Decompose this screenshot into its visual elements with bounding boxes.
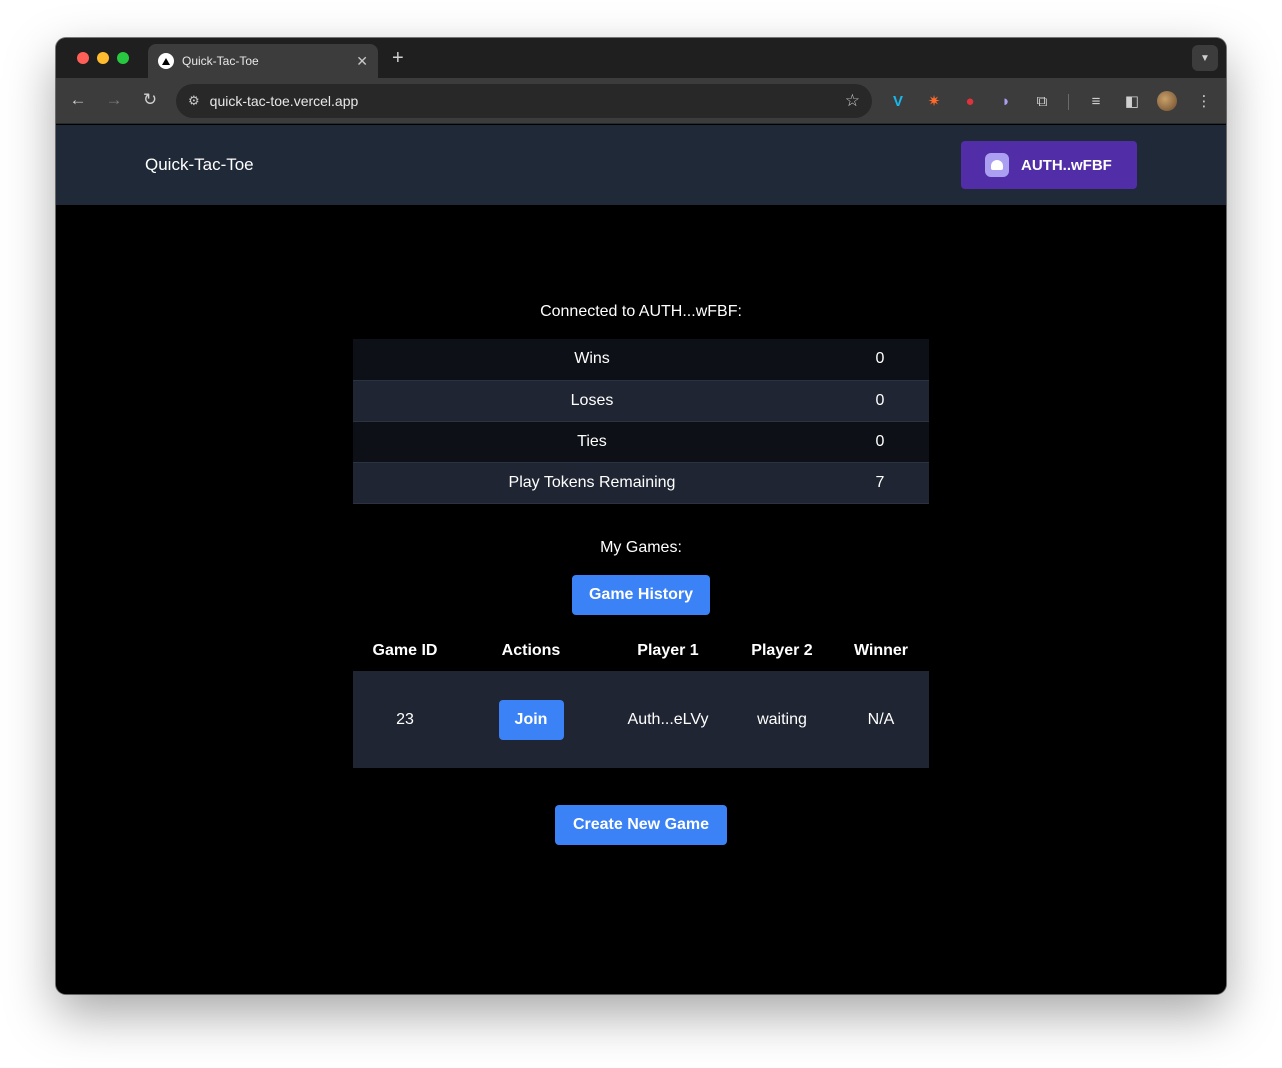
browser-toolbar: ← → ↻ ⚙ quick-tac-toe.vercel.app ☆ V ✷ ●… [56,78,1226,124]
tab-active[interactable]: Quick-Tac-Toe ✕ [148,44,378,78]
wallet-label: AUTH..wFBF [1021,156,1112,174]
tab-title: Quick-Tac-Toe [182,54,259,68]
phantom-wallet-icon [985,153,1009,177]
games-table: Game ID Actions Player 1 Player 2 Winner… [353,631,929,768]
column-header: Game ID [372,642,438,659]
actions-cell: Join [457,671,605,768]
reload-icon[interactable]: ↻ [140,90,160,110]
table-row: Ties 0 [353,421,929,463]
table-row: Loses 0 [353,380,929,422]
bookmark-star-icon[interactable]: ☆ [845,91,860,111]
stat-label: Ties [353,421,831,463]
side-panel-icon[interactable]: ◧ [1122,91,1142,111]
table-row: Wins 0 [353,339,929,381]
close-window-button[interactable] [77,52,89,64]
column-header: Winner [853,642,909,659]
stat-label: Loses [353,380,831,422]
address-bar[interactable]: ⚙ quick-tac-toe.vercel.app ☆ [176,84,872,118]
phantom-extension-icon[interactable]: ◗ [996,91,1016,111]
vimeo-extension-icon[interactable]: V [888,91,908,111]
stat-value: 0 [831,421,929,463]
back-arrow-icon[interactable]: ← [68,90,88,110]
media-control-icon[interactable]: ≡ [1086,91,1106,111]
url-text[interactable]: quick-tac-toe.vercel.app [210,93,845,109]
tab-strip: Quick-Tac-Toe ✕ + ▼ [56,38,1226,78]
maximize-window-button[interactable] [117,52,129,64]
page-content: Quick-Tac-Toe AUTH..wFBF Connected to AU… [56,125,1226,994]
app-title[interactable]: Quick-Tac-Toe [145,155,254,175]
toolbar-divider [1068,94,1069,110]
extensions-puzzle-icon[interactable]: ⧉ [1032,91,1052,111]
site-settings-icon[interactable]: ⚙ [188,93,200,109]
player1-cell: Auth...eLVy [605,671,731,768]
lock-extension-icon[interactable]: ● [960,91,980,111]
forward-arrow-icon[interactable]: → [104,90,124,110]
my-games-heading: My Games: [600,539,682,556]
column-header: Player 1 [637,642,699,659]
vercel-favicon-icon [158,53,174,69]
browser-window: Quick-Tac-Toe ✕ + ▼ ← → ↻ ⚙ quick-tac-to… [56,38,1226,994]
profile-avatar[interactable] [1157,91,1177,111]
table-row: Play Tokens Remaining 7 [353,462,929,504]
stats-table: Wins 0 Loses 0 Ties 0 Play Tokens Remain… [353,339,929,504]
winner-cell: N/A [833,671,929,768]
more-menu-icon[interactable]: ⋮ [1194,91,1214,111]
game-id-cell: 23 [353,671,457,768]
table-row: 23 Join Auth...eLVy waiting N/A [353,671,929,768]
tab-search-chevron-icon[interactable]: ▼ [1192,45,1218,71]
minimize-window-button[interactable] [97,52,109,64]
stat-value: 0 [831,380,929,422]
new-tab-button[interactable]: + [392,47,404,70]
game-history-button[interactable]: Game History [572,575,710,615]
column-header: Player 2 [751,642,813,659]
player2-cell: waiting [731,671,833,768]
stat-value: 0 [831,339,929,381]
stat-label: Play Tokens Remaining [353,462,831,504]
stat-value: 7 [831,462,929,504]
column-header: Actions [501,642,561,659]
tab-close-icon[interactable]: ✕ [356,53,368,70]
join-game-button[interactable]: Join [498,699,564,740]
stat-label: Wins [353,339,831,381]
connected-status: Connected to AUTH...wFBF: [540,303,742,320]
wallet-button[interactable]: AUTH..wFBF [961,141,1137,189]
app-header: Quick-Tac-Toe AUTH..wFBF [56,125,1226,205]
burst-extension-icon[interactable]: ✷ [924,91,944,111]
create-new-game-button[interactable]: Create New Game [555,805,727,845]
table-header-row: Game ID Actions Player 1 Player 2 Winner [353,631,929,671]
